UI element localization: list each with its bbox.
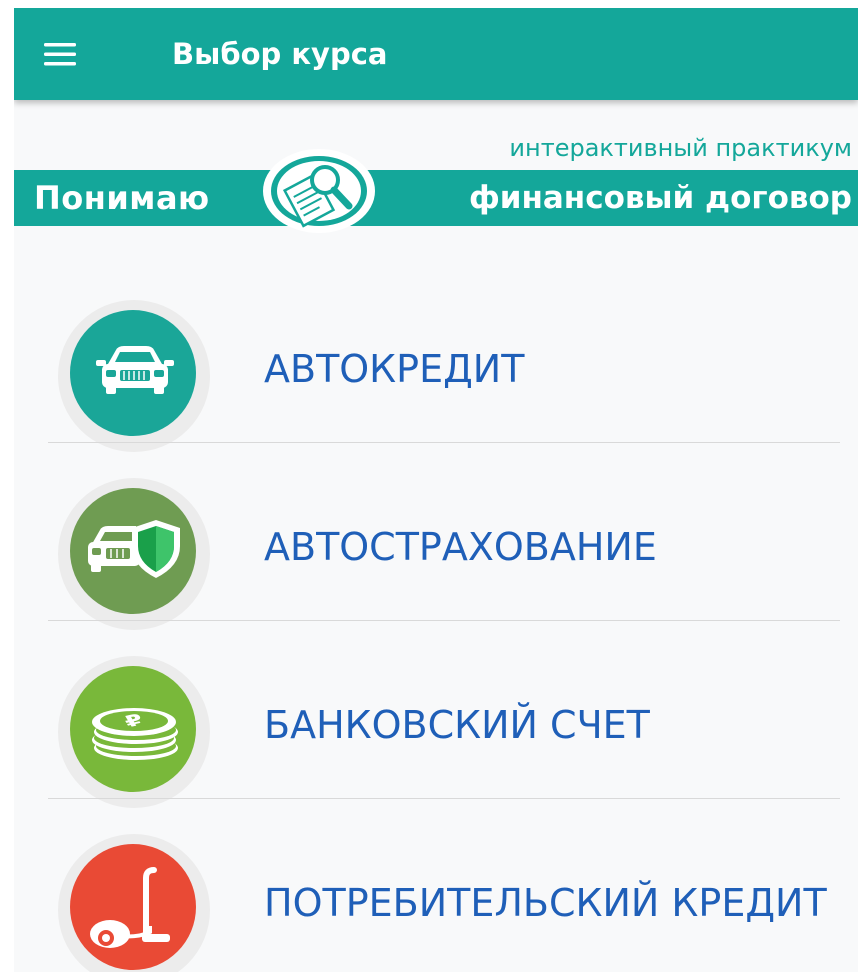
app-bar: Выбор курса (14, 8, 858, 100)
course-label: ПОТРЕБИТЕЛЬСКИЙ КРЕДИТ (264, 881, 827, 925)
course-item-consumer-credit[interactable]: ПОТРЕБИТЕЛЬСКИЙ КРЕДИТ (14, 828, 858, 972)
course-list: АВТОКРЕДИТ АВТОСТРАХОВАНИЕ ₽ БАНКОВСКИЙ … (14, 294, 858, 972)
divider (48, 798, 840, 799)
course-label: БАНКОВСКИЙ СЧЕТ (264, 703, 650, 747)
coin-stack-icon: ₽ (58, 656, 210, 808)
divider (48, 442, 840, 443)
course-item-autoinsurance[interactable]: АВТОСТРАХОВАНИЕ (14, 472, 858, 650)
banner-word-right: финансовый договор (468, 180, 852, 216)
magnifier-document-icon (257, 146, 381, 236)
page-title: Выбор курса (172, 37, 388, 71)
course-item-bank-account[interactable]: ₽ БАНКОВСКИЙ СЧЕТ (14, 650, 858, 828)
course-label: АВТОСТРАХОВАНИЕ (264, 525, 657, 569)
car-shield-icon (58, 478, 210, 630)
hamburger-menu-icon[interactable] (38, 30, 86, 78)
course-label: АВТОКРЕДИТ (264, 347, 525, 391)
vacuum-cleaner-icon (58, 834, 210, 972)
app-screen: Выбор курса интерактивный практикум Пони… (14, 8, 858, 972)
divider (48, 620, 840, 621)
car-icon (58, 300, 210, 452)
course-item-autocredit[interactable]: АВТОКРЕДИТ (14, 294, 858, 472)
banner-tagline: интерактивный практикум (509, 134, 852, 162)
banner-word-left: Понимаю (34, 179, 210, 217)
course-banner: интерактивный практикум Понимаю финансов… (14, 128, 858, 233)
